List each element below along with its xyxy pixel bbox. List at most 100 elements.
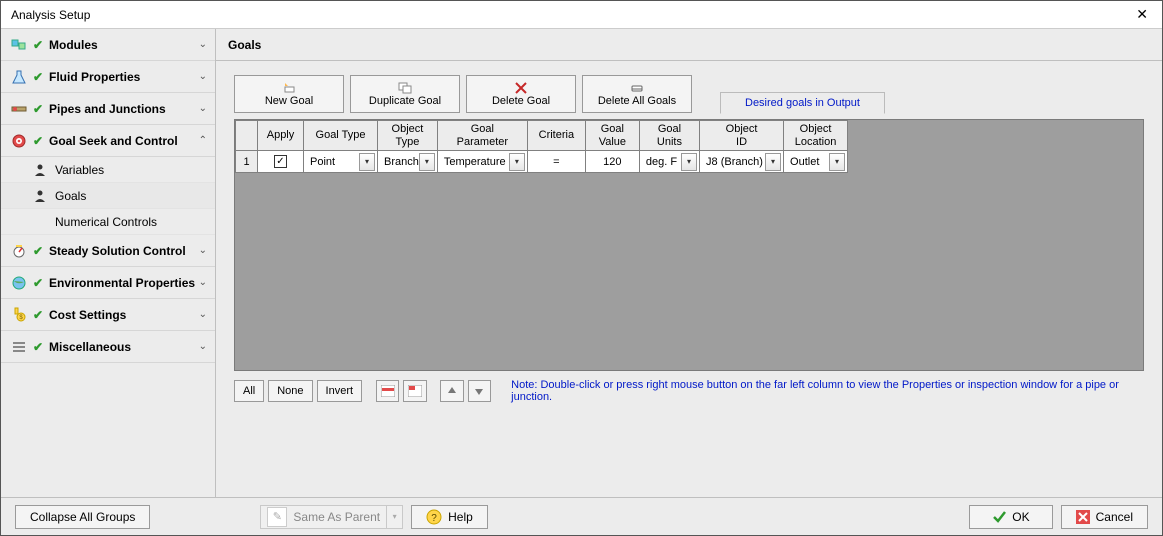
new-goal-button[interactable]: New Goal [234, 75, 344, 113]
button-label: Cancel [1096, 510, 1133, 524]
select-invert-button[interactable]: Invert [317, 380, 363, 402]
tab-label: Desired goals in Output [745, 97, 860, 109]
highlight-split-button[interactable] [403, 380, 426, 402]
arrow-up-icon [446, 385, 458, 397]
cell-object-type[interactable]: Branch▾ [378, 151, 438, 173]
dropdown-icon[interactable]: ▾ [681, 153, 697, 171]
check-icon: ✔ [31, 276, 45, 290]
sidebar-item-goals[interactable]: Goals [1, 183, 215, 209]
cell-value: deg. F [642, 156, 681, 168]
select-all-button[interactable]: All [234, 380, 264, 402]
delete-goal-button[interactable]: Delete Goal [466, 75, 576, 113]
sidebar-label: Pipes and Junctions [49, 102, 199, 116]
dropdown-icon[interactable]: ▾ [419, 153, 435, 171]
row-number[interactable]: 1 [236, 151, 258, 173]
desired-goals-tab[interactable]: Desired goals in Output [720, 92, 885, 114]
col-object-location: ObjectLocation [784, 121, 848, 151]
close-icon[interactable]: ✕ [1130, 4, 1154, 25]
sidebar-item-label: Numerical Controls [55, 215, 157, 229]
dropdown-icon[interactable]: ▾ [829, 153, 845, 171]
cell-value: J8 (Branch) [702, 156, 765, 168]
delete-icon [515, 81, 527, 95]
chevron-down-icon: ⌄ [199, 309, 207, 320]
chevron-down-icon: ⌄ [199, 341, 207, 352]
content-panel: Goals New Goal Duplicate Goal [216, 29, 1162, 497]
sidebar: ✔ Modules ⌄ ✔ Fluid Properties ⌄ ✔ Pipes… [1, 29, 216, 497]
sidebar-item-variables[interactable]: Variables [1, 157, 215, 183]
dropdown-icon[interactable]: ▾ [765, 153, 781, 171]
sidebar-label: Steady Solution Control [49, 244, 199, 258]
dropdown-label: Same As Parent [293, 510, 380, 524]
check-icon: ✔ [31, 134, 45, 148]
sidebar-group-environmental[interactable]: ✔ Environmental Properties ⌄ [1, 267, 215, 299]
chevron-down-icon: ⌄ [199, 277, 207, 288]
cell-value: Point [306, 156, 359, 168]
arrow-down-icon [473, 385, 485, 397]
check-icon: ✔ [31, 308, 45, 322]
button-label: Duplicate Goal [369, 95, 441, 107]
person-icon [33, 189, 49, 203]
cell-goal-type[interactable]: Point▾ [304, 151, 378, 173]
dropdown-icon[interactable]: ▾ [359, 153, 375, 171]
sidebar-item-numerical-controls[interactable]: Numerical Controls [1, 209, 215, 235]
grid-row[interactable]: 1 ✓ Point▾ Branch▾ Temperature▾ = [236, 151, 848, 173]
titlebar: Analysis Setup ✕ [1, 1, 1162, 29]
button-label: New Goal [265, 95, 313, 107]
help-icon: ? [426, 509, 442, 525]
chevron-down-icon: ⌄ [199, 245, 207, 256]
cell-value: Branch [380, 156, 419, 168]
highlight-icon [408, 385, 422, 397]
move-down-button[interactable] [468, 380, 491, 402]
sidebar-group-pipes-junctions[interactable]: ✔ Pipes and Junctions ⌄ [1, 93, 215, 125]
cell-goal-parameter[interactable]: Temperature▾ [437, 151, 527, 173]
check-icon: ✔ [31, 70, 45, 84]
col-goal-parameter: GoalParameter [437, 121, 527, 151]
ok-check-icon [992, 510, 1006, 524]
sidebar-item-label: Variables [55, 163, 104, 177]
same-as-parent-dropdown: ✎ Same As Parent ▾ [260, 505, 403, 529]
check-icon: ✔ [31, 244, 45, 258]
sidebar-group-modules[interactable]: ✔ Modules ⌄ [1, 29, 215, 61]
edit-icon: ✎ [267, 507, 287, 527]
highlight-red-button[interactable] [376, 380, 399, 402]
sidebar-label: Modules [49, 38, 199, 52]
select-none-button[interactable]: None [268, 380, 312, 402]
goals-grid[interactable]: Apply Goal Type ObjectType GoalParameter… [235, 120, 848, 173]
dropdown-icon[interactable]: ▾ [509, 153, 525, 171]
below-grid-toolbar: All None Invert Note: Double-click or pr… [234, 379, 1144, 403]
cell-criteria[interactable]: = [527, 151, 585, 173]
duplicate-goal-button[interactable]: Duplicate Goal [350, 75, 460, 113]
cell-value: Temperature [440, 156, 509, 168]
col-rownum [236, 121, 258, 151]
cell-apply[interactable]: ✓ [258, 151, 304, 173]
cancel-button[interactable]: Cancel [1061, 505, 1148, 529]
sidebar-group-goal-seek[interactable]: ✔ Goal Seek and Control ⌃ [1, 125, 215, 157]
cell-goal-units[interactable]: deg. F▾ [639, 151, 699, 173]
button-label: Delete All Goals [598, 95, 676, 107]
sidebar-group-fluid-properties[interactable]: ✔ Fluid Properties ⌄ [1, 61, 215, 93]
chevron-down-icon: ⌄ [199, 71, 207, 82]
collapse-all-button[interactable]: Collapse All Groups [15, 505, 150, 529]
button-label: Help [448, 510, 473, 524]
sidebar-group-miscellaneous[interactable]: ✔ Miscellaneous ⌄ [1, 331, 215, 363]
dropdown-icon: ▾ [386, 506, 402, 528]
move-up-button[interactable] [440, 380, 463, 402]
sidebar-label: Cost Settings [49, 308, 199, 322]
checkbox-icon[interactable]: ✓ [274, 155, 287, 168]
cell-goal-value[interactable]: 120 [585, 151, 639, 173]
check-icon: ✔ [31, 102, 45, 116]
sidebar-label: Goal Seek and Control [49, 134, 199, 148]
sidebar-group-steady-solution[interactable]: ✔ Steady Solution Control ⌄ [1, 235, 215, 267]
delete-all-goals-button[interactable]: Delete All Goals [582, 75, 692, 113]
cell-object-location[interactable]: Outlet▾ [784, 151, 848, 173]
note-text: Note: Double-click or press right mouse … [511, 379, 1144, 403]
cancel-x-icon [1076, 510, 1090, 524]
button-label: OK [1012, 510, 1029, 524]
duplicate-icon [398, 81, 412, 95]
chevron-up-icon: ⌃ [199, 135, 207, 146]
col-goal-value: GoalValue [585, 121, 639, 151]
help-button[interactable]: ? Help [411, 505, 488, 529]
cell-object-id[interactable]: J8 (Branch)▾ [700, 151, 784, 173]
ok-button[interactable]: OK [969, 505, 1052, 529]
sidebar-group-cost-settings[interactable]: $ ✔ Cost Settings ⌄ [1, 299, 215, 331]
